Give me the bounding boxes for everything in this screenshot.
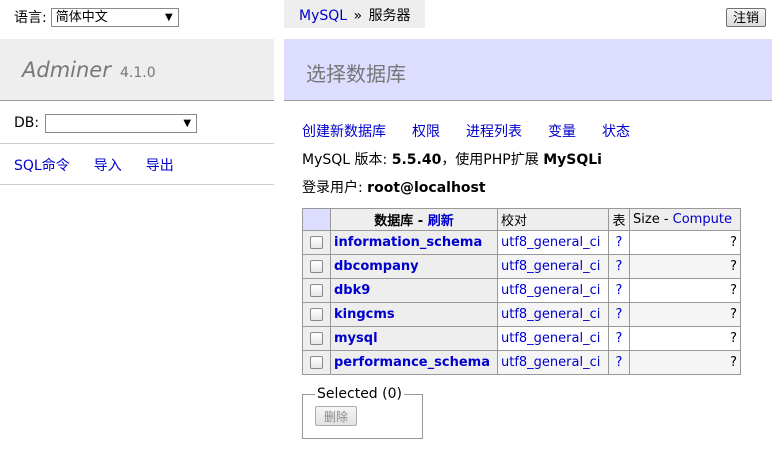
breadcrumb: MySQL » 服务器	[284, 0, 425, 28]
breadcrumb-separator: »	[353, 8, 363, 24]
collation-link[interactable]: utf8_general_ci	[501, 259, 600, 274]
header-dash: -	[413, 214, 428, 229]
table-header-row: 数据库 - 刷新 校对 表 Size - Compute	[302, 208, 741, 231]
create-database-link[interactable]: 创建新数据库	[302, 121, 386, 141]
divider	[0, 143, 274, 144]
size-column-header: Size - Compute	[629, 208, 741, 231]
sql-command-link[interactable]: SQL命令	[14, 155, 70, 175]
database-link[interactable]: dbcompany	[334, 259, 419, 274]
database-header-label: 数据库	[374, 214, 414, 229]
size-cell: ?	[629, 302, 741, 327]
tables-count-link[interactable]: ?	[616, 355, 623, 370]
version-prefix: MySQL 版本:	[302, 152, 388, 168]
row-checkbox[interactable]	[310, 308, 323, 321]
database-column-header: 数据库 - 刷新	[330, 208, 498, 231]
mysql-version: 5.5.40	[391, 152, 442, 168]
logout-button[interactable]: 注销	[726, 8, 766, 27]
collation-link[interactable]: utf8_general_ci	[501, 307, 600, 322]
db-label: DB:	[14, 115, 40, 131]
collation-link[interactable]: utf8_general_ci	[501, 283, 600, 298]
left-nav: SQL命令 导入 导出	[14, 155, 174, 175]
database-table: 数据库 - 刷新 校对 表 Size - Compute information…	[302, 208, 741, 375]
table-row: information_schema utf8_general_ci ? ?	[302, 230, 741, 255]
version-middle: ，使用PHP扩展	[441, 152, 539, 168]
divider	[0, 184, 274, 185]
database-link[interactable]: kingcms	[334, 307, 395, 322]
database-link[interactable]: performance_schema	[334, 355, 490, 370]
login-prefix: 登录用户:	[302, 180, 363, 196]
language-select[interactable]: 简体中文 ▼	[50, 7, 179, 27]
tables-column-header: 表	[608, 208, 630, 231]
logged-user-info: 登录用户: root@localhost	[302, 177, 486, 197]
page-title: 选择数据库	[306, 62, 406, 86]
php-extension: MySQLi	[543, 152, 602, 168]
selected-fieldset: Selected (0) 删除	[302, 386, 423, 439]
delete-button[interactable]: 删除	[315, 406, 357, 426]
chevron-down-icon: ▼	[165, 11, 173, 23]
size-cell: ?	[629, 278, 741, 303]
language-switcher: 语言: 简体中文 ▼	[14, 7, 179, 27]
language-select-value: 简体中文	[55, 9, 108, 25]
logged-user: root@localhost	[367, 180, 486, 196]
tables-count-link[interactable]: ?	[616, 235, 623, 250]
row-checkbox[interactable]	[310, 284, 323, 297]
export-link[interactable]: 导出	[146, 155, 174, 175]
collation-link[interactable]: utf8_general_ci	[501, 235, 600, 250]
table-row: dbk9 utf8_general_ci ? ?	[302, 278, 741, 303]
select-all-cell[interactable]	[302, 208, 331, 231]
tables-count-link[interactable]: ?	[616, 259, 623, 274]
process-list-link[interactable]: 进程列表	[466, 121, 522, 141]
size-cell: ?	[629, 254, 741, 279]
database-link[interactable]: information_schema	[334, 235, 482, 250]
database-link[interactable]: mysql	[334, 331, 378, 346]
row-checkbox[interactable]	[310, 236, 323, 249]
db-switcher: DB: ▼	[14, 113, 198, 133]
language-label: 语言:	[14, 10, 47, 26]
collation-link[interactable]: utf8_general_ci	[501, 355, 600, 370]
server-version-info: MySQL 版本: 5.5.40，使用PHP扩展 MySQLi	[302, 149, 602, 169]
breadcrumb-current: 服务器	[368, 8, 411, 24]
status-link[interactable]: 状态	[602, 121, 630, 141]
breadcrumb-driver-link[interactable]: MySQL	[299, 8, 347, 24]
size-cell: ?	[629, 230, 741, 255]
database-link[interactable]: dbk9	[334, 283, 370, 298]
tables-count-link[interactable]: ?	[616, 283, 623, 298]
tables-count-link[interactable]: ?	[616, 331, 623, 346]
size-cell: ?	[629, 326, 741, 351]
size-header-label: Size	[633, 212, 660, 227]
row-checkbox[interactable]	[310, 260, 323, 273]
table-row: mysql utf8_general_ci ? ?	[302, 326, 741, 351]
tables-count-link[interactable]: ?	[616, 307, 623, 322]
row-checkbox[interactable]	[310, 332, 323, 345]
table-row: performance_schema utf8_general_ci ? ?	[302, 350, 741, 375]
collation-link[interactable]: utf8_general_ci	[501, 331, 600, 346]
selected-legend: Selected (0)	[317, 386, 402, 402]
import-link[interactable]: 导入	[94, 155, 122, 175]
db-select[interactable]: ▼	[45, 113, 198, 133]
table-row: dbcompany utf8_general_ci ? ?	[302, 254, 741, 279]
table-row: kingcms utf8_general_ci ? ?	[302, 302, 741, 327]
collation-column-header: 校对	[497, 208, 609, 231]
server-menu: 创建新数据库 权限 进程列表 变量 状态	[302, 121, 630, 141]
row-checkbox[interactable]	[310, 356, 323, 369]
privileges-link[interactable]: 权限	[412, 121, 440, 141]
app-version: 4.1.0	[120, 65, 156, 81]
variables-link[interactable]: 变量	[548, 121, 576, 141]
app-logo[interactable]: Adminer	[22, 58, 111, 82]
size-cell: ?	[629, 350, 741, 375]
refresh-link[interactable]: 刷新	[428, 214, 454, 229]
chevron-down-icon: ▼	[183, 117, 192, 129]
compute-link[interactable]: Compute	[673, 212, 732, 227]
